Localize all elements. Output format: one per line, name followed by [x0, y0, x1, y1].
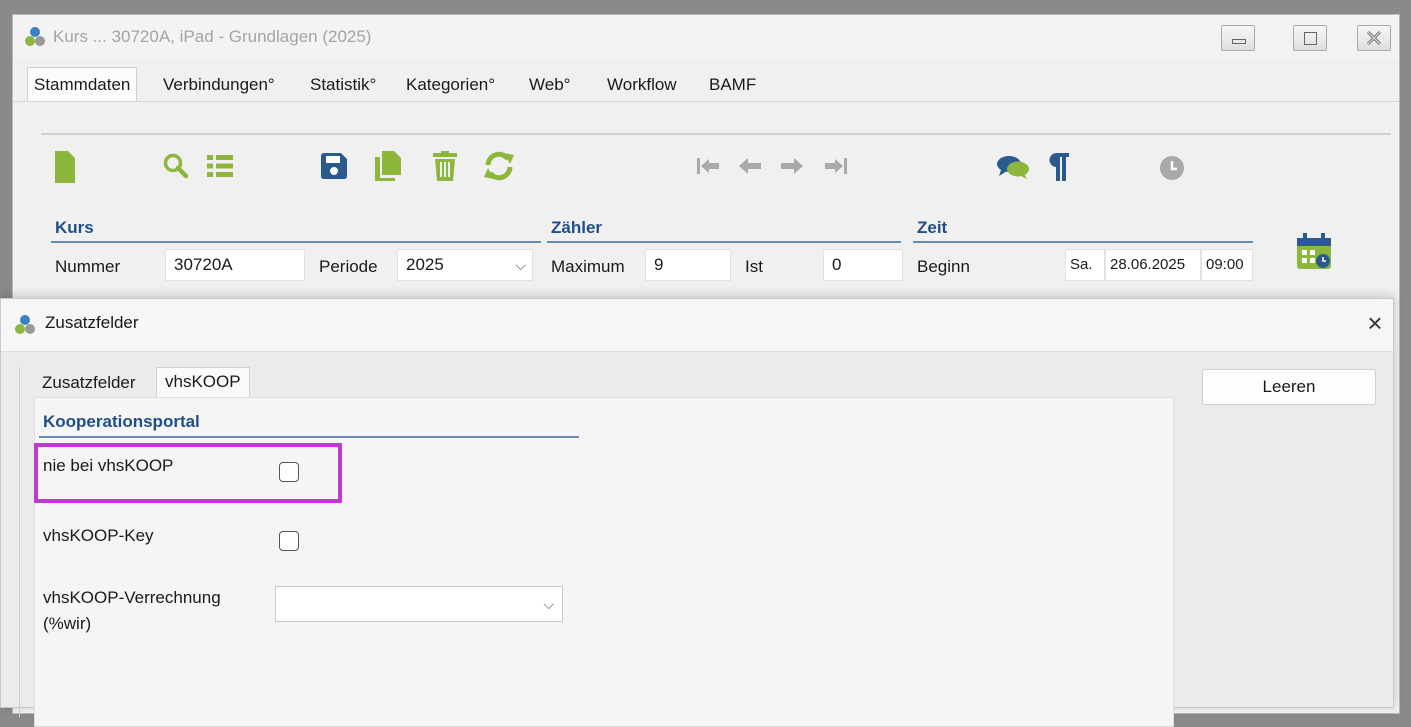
maximum-input[interactable]: 9 [645, 249, 731, 281]
periode-value: 2025 [406, 255, 444, 274]
chevron-down-icon: ⌵ [515, 257, 526, 273]
ist-label: Ist [745, 257, 763, 276]
dialog-body: Zusatzfelder vhsKOOP Kooperationsportal … [19, 367, 1390, 727]
tab-stammdaten[interactable]: Stammdaten [27, 67, 138, 101]
new-document-icon[interactable] [55, 151, 75, 183]
first-record-icon[interactable] [697, 157, 719, 175]
tab-bamf[interactable]: BAMF [705, 71, 760, 101]
close-window-button[interactable] [1357, 25, 1391, 51]
dialog-close-button[interactable]: × [1361, 309, 1389, 337]
comments-icon[interactable] [997, 155, 1029, 179]
tab-statistik[interactable]: Statistik° [306, 71, 380, 101]
close-icon [1366, 30, 1382, 46]
periode-select[interactable]: 2025 ⌵ [397, 249, 533, 281]
calendar-icon[interactable] [1297, 233, 1331, 269]
section-kooperationsportal: Kooperationsportal [43, 412, 200, 431]
tab-kategorien[interactable]: Kategorien° [402, 71, 499, 101]
maximum-label: Maximum [551, 257, 625, 276]
tab-web[interactable]: Web° [525, 71, 574, 101]
section-zeit-underline [913, 241, 1253, 243]
section-zeit: Zeit [917, 218, 948, 237]
app-logo-icon [15, 315, 35, 335]
periode-label: Periode [319, 257, 378, 276]
chevron-down-icon: ⌵ [543, 596, 554, 612]
ist-input[interactable]: 0 [823, 249, 903, 281]
section-kurs-underline [51, 241, 541, 243]
tab-vhskoop[interactable]: vhsKOOP [156, 367, 250, 398]
tab-zusatzfelder[interactable]: Zusatzfelder [42, 373, 136, 393]
tab-verbindungen[interactable]: Verbindungen° [159, 71, 279, 101]
history-clock-icon[interactable] [1159, 155, 1185, 181]
copy-icon[interactable] [375, 151, 401, 181]
beginn-date-input[interactable]: 28.06.2025 [1105, 249, 1201, 281]
beginn-time-input[interactable]: 09:00 [1201, 249, 1253, 281]
maximize-button[interactable] [1293, 25, 1327, 51]
maximize-icon [1304, 32, 1317, 45]
delete-icon[interactable] [433, 151, 457, 181]
vhskoop-key-label: vhsKOOP-Key [43, 526, 154, 545]
vhskoop-verrechnung-label-suffix: (%wir) [43, 614, 92, 633]
nummer-input[interactable]: 30720A [165, 249, 305, 281]
leeren-button[interactable]: Leeren [1202, 369, 1376, 405]
section-kooperationsportal-underline [39, 436, 579, 438]
vhskoop-key-checkbox[interactable] [279, 531, 299, 551]
last-record-icon[interactable] [825, 157, 847, 175]
section-zaehler: Zähler [551, 218, 603, 237]
vhskoop-verrechnung-label: vhsKOOP-Verrechnung [43, 588, 221, 607]
dialog-title-bar: Zusatzfelder × [1, 299, 1393, 352]
section-zaehler-underline [547, 241, 901, 243]
next-record-icon[interactable] [781, 157, 803, 175]
list-icon[interactable] [207, 155, 233, 177]
nummer-label: Nummer [55, 257, 121, 276]
window-title: Kurs ... 30720A, iPad - Grundlagen (2025… [53, 27, 372, 46]
beginn-label: Beginn [917, 257, 970, 276]
toolbar-divider [41, 133, 1391, 135]
minimize-button[interactable] [1221, 25, 1255, 51]
vhskoop-verrechnung-select[interactable]: ⌵ [275, 586, 563, 622]
previous-record-icon[interactable] [739, 157, 761, 175]
highlight-annotation [34, 443, 342, 503]
app-logo-icon [25, 27, 45, 47]
tab-workflow[interactable]: Workflow [603, 71, 681, 101]
zusatzfelder-dialog: Zusatzfelder × Zusatzfelder vhsKOOP Koop… [0, 298, 1394, 727]
refresh-icon[interactable] [483, 151, 515, 181]
search-icon[interactable] [163, 153, 189, 179]
section-kurs: Kurs [55, 218, 94, 237]
main-tab-bar: Stammdaten Verbindungen° Statistik° Kate… [13, 59, 1399, 102]
save-icon[interactable] [321, 153, 347, 179]
title-bar: Kurs ... 30720A, iPad - Grundlagen (2025… [13, 15, 1399, 59]
minimize-icon [1232, 39, 1246, 44]
dialog-title: Zusatzfelder [45, 313, 139, 332]
beginn-day: Sa. [1065, 249, 1105, 281]
paragraph-icon[interactable] [1049, 153, 1069, 181]
